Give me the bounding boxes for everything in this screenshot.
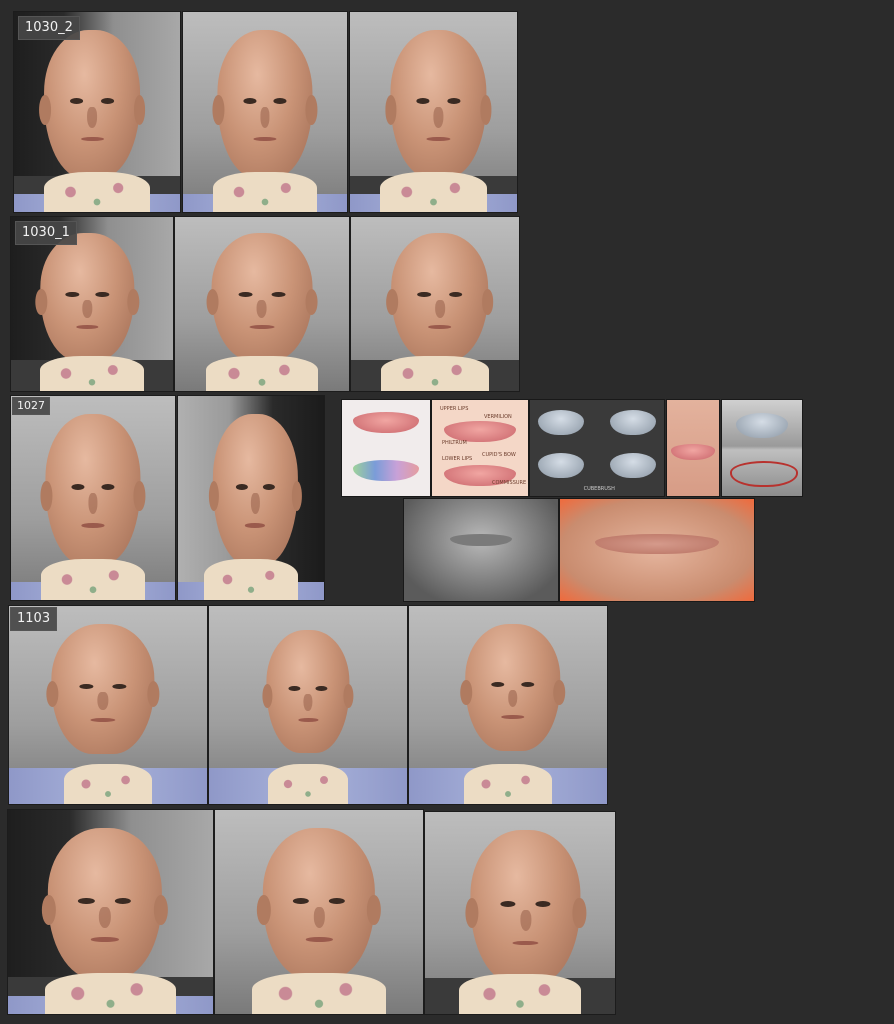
face-render bbox=[35, 232, 139, 362]
face-render bbox=[212, 30, 318, 178]
portrait-1030_2-front[interactable] bbox=[183, 12, 347, 212]
face-render bbox=[46, 623, 160, 755]
lip-chart-label: LOWER LIPS bbox=[442, 456, 473, 462]
portrait-1103-front[interactable] bbox=[209, 606, 407, 804]
face-render bbox=[385, 30, 492, 178]
lip-reference-photo[interactable] bbox=[342, 400, 430, 496]
portrait-row5-front[interactable] bbox=[215, 810, 423, 1014]
face-render bbox=[257, 828, 381, 980]
reference-board: 1030_2 1030_1 1027 UPPER LIPS VERMILION … bbox=[0, 0, 894, 1024]
face-render bbox=[208, 414, 302, 566]
lip-chart-label: UPPER LIPS bbox=[440, 406, 469, 412]
face-render bbox=[39, 30, 146, 178]
lip-closeup-photo[interactable] bbox=[667, 400, 719, 496]
group-label: 1103 bbox=[10, 607, 58, 631]
portrait-1030_2-right[interactable] bbox=[350, 12, 517, 212]
face-render bbox=[262, 629, 354, 753]
face-render bbox=[464, 830, 587, 984]
group-label: 1030_1 bbox=[15, 221, 77, 245]
face-render bbox=[386, 232, 494, 362]
lip-chart-label: CUPID'S BOW bbox=[482, 452, 516, 458]
portrait-row5-right[interactable] bbox=[425, 812, 615, 1014]
lip-chart-label: COMMISSURE bbox=[492, 480, 527, 486]
wrinkle-sculpt-reference[interactable] bbox=[404, 499, 558, 601]
aged-skin-closeup[interactable] bbox=[560, 499, 754, 601]
group-label: 1030_2 bbox=[18, 16, 80, 40]
portrait-1027-front[interactable]: 1027 bbox=[11, 396, 175, 600]
portrait-1103-left[interactable]: 1103 bbox=[9, 606, 207, 804]
portrait-1027-side[interactable] bbox=[178, 396, 324, 600]
portrait-1030_1-left[interactable]: 1030_1 bbox=[11, 217, 173, 391]
face-render bbox=[41, 828, 168, 980]
portrait-row5-left[interactable] bbox=[8, 810, 213, 1014]
watermark: CUBEBRUSH bbox=[583, 486, 615, 492]
face-render bbox=[460, 623, 566, 751]
lip-sculpt-reference[interactable]: CUBEBRUSH bbox=[530, 400, 664, 496]
face-render bbox=[206, 232, 318, 362]
portrait-1103-right[interactable] bbox=[409, 606, 607, 804]
lip-chart-label: VERMILION bbox=[484, 414, 512, 420]
lip-anatomy-chart[interactable]: UPPER LIPS VERMILION PHILTRUM CUPID'S BO… bbox=[432, 400, 528, 496]
lip-topology-reference[interactable] bbox=[722, 400, 802, 496]
portrait-1030_2-left[interactable]: 1030_2 bbox=[14, 12, 180, 212]
portrait-1030_1-right[interactable] bbox=[351, 217, 519, 391]
group-label: 1027 bbox=[12, 397, 50, 415]
portrait-1030_1-front[interactable] bbox=[175, 217, 349, 391]
face-render bbox=[40, 414, 146, 566]
lip-chart-label: PHILTRUM bbox=[442, 440, 467, 446]
